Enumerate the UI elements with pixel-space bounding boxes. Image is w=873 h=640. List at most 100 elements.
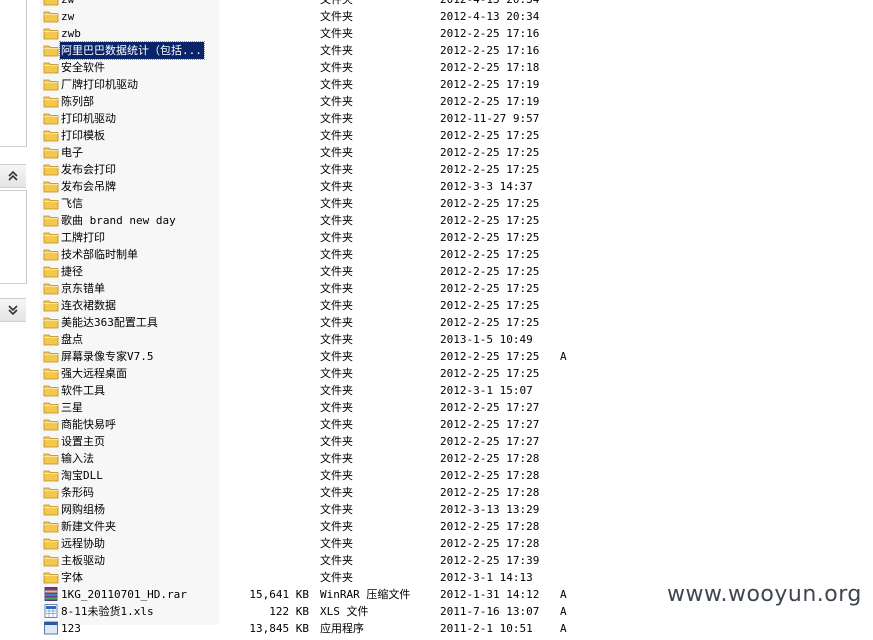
folder-row[interactable]: 打印机驱动 文件夹 2012-11-27 9:57 — [0, 110, 873, 127]
file-type: 文件夹 — [320, 248, 353, 261]
folder-icon — [43, 502, 59, 516]
file-size: 122 KB — [269, 605, 309, 618]
file-name: zw — [61, 10, 75, 23]
folder-icon — [43, 553, 59, 567]
file-name: 美能达363配置工具 — [61, 316, 158, 329]
folder-row[interactable]: 网购组杨 文件夹 2012-3-13 13:29 — [0, 501, 873, 518]
folder-row[interactable]: zwb 文件夹 2012-2-25 17:16 — [0, 25, 873, 42]
folder-row[interactable]: 软件工具 文件夹 2012-3-1 15:07 — [0, 382, 873, 399]
file-type: 文件夹 — [320, 452, 353, 465]
folder-row[interactable]: 设置主页 文件夹 2012-2-25 17:27 — [0, 433, 873, 450]
folder-icon — [43, 434, 59, 448]
folder-icon — [43, 196, 59, 210]
file-date: 2012-2-25 17:25 — [440, 299, 540, 312]
folder-row[interactable]: 厂牌打印机驱动 文件夹 2012-2-25 17:19 — [0, 76, 873, 93]
file-type: 文件夹 — [320, 197, 353, 210]
folder-row[interactable]: 陈列部 文件夹 2012-2-25 17:19 — [0, 93, 873, 110]
folder-row[interactable]: 远程协助 文件夹 2012-2-25 17:28 — [0, 535, 873, 552]
file-name: 淘宝DLL — [61, 469, 103, 482]
folder-row[interactable]: 打印模板 文件夹 2012-2-25 17:25 — [0, 127, 873, 144]
file-type: 文件夹 — [320, 129, 353, 142]
folder-icon — [43, 0, 59, 6]
file-name: 1KG_20110701_HD.rar — [61, 588, 187, 601]
file-type: 文件夹 — [320, 180, 353, 193]
file-type: 文件夹 — [320, 112, 353, 125]
folder-row[interactable]: 电子 文件夹 2012-2-25 17:25 — [0, 144, 873, 161]
folder-row[interactable]: 阿里巴巴数据统计（包括... 文件夹 2012-2-25 17:16 — [0, 41, 873, 60]
file-name: 陈列部 — [61, 95, 94, 108]
file-type: 文件夹 — [320, 435, 353, 448]
file-name: 主板驱动 — [61, 554, 105, 567]
file-name: 厂牌打印机驱动 — [61, 78, 138, 91]
file-type: 文件夹 — [320, 571, 353, 584]
file-type: 文件夹 — [320, 282, 353, 295]
folder-row[interactable]: 商能快易呼 文件夹 2012-2-25 17:27 — [0, 416, 873, 433]
folder-row[interactable]: 技术部临时制单 文件夹 2012-2-25 17:25 — [0, 246, 873, 263]
folder-row[interactable]: 强大远程桌面 文件夹 2012-2-25 17:25 — [0, 365, 873, 382]
folder-icon — [43, 162, 59, 176]
folder-icon — [43, 536, 59, 550]
folder-row[interactable]: 捷径 文件夹 2012-2-25 17:25 — [0, 263, 873, 280]
file-name: 打印模板 — [61, 129, 105, 142]
file-date: 2012-2-25 17:16 — [440, 27, 540, 40]
folder-icon — [43, 468, 59, 482]
file-name: 飞信 — [61, 197, 83, 210]
file-type: 文件夹 — [320, 554, 353, 567]
folder-row[interactable]: 飞信 文件夹 2012-2-25 17:25 — [0, 195, 873, 212]
folder-row[interactable]: 屏幕录像专家V7.5 文件夹 2012-2-25 17:25 A — [0, 348, 873, 365]
file-name: 商能快易呼 — [61, 418, 116, 431]
folder-row[interactable]: 美能达363配置工具 文件夹 2012-2-25 17:25 — [0, 314, 873, 331]
folder-icon — [43, 400, 59, 414]
file-type: XLS 文件 — [320, 605, 369, 618]
file-size: 15,641 KB — [249, 588, 309, 601]
file-date: 2012-2-25 17:25 — [440, 316, 540, 329]
file-name: zw — [60, 0, 76, 8]
folder-row[interactable]: 安全软件 文件夹 2012-2-25 17:18 — [0, 59, 873, 76]
file-date: 2012-2-25 17:25 — [440, 163, 540, 176]
file-type: 文件夹 — [320, 333, 353, 346]
file-type: 文件夹 — [320, 27, 353, 40]
folder-icon — [43, 230, 59, 244]
folder-icon — [43, 332, 59, 346]
folder-row[interactable]: zw 文件夹 2012-4-13 20:34 — [0, 0, 873, 8]
file-type: 文件夹 — [320, 469, 353, 482]
folder-icon — [43, 451, 59, 465]
file-name: 安全软件 — [61, 61, 105, 74]
folder-icon — [43, 570, 59, 584]
folder-row[interactable]: 发布会打印 文件夹 2012-2-25 17:25 — [0, 161, 873, 178]
file-name: 歌曲 brand new day — [61, 214, 176, 227]
file-name: 连衣裙数据 — [61, 299, 116, 312]
file-date: 2012-3-3 14:37 — [440, 180, 533, 193]
folder-row[interactable]: 工牌打印 文件夹 2012-2-25 17:25 — [0, 229, 873, 246]
file-date: 2012-2-25 17:25 — [440, 231, 540, 244]
folder-row[interactable]: 淘宝DLL 文件夹 2012-2-25 17:28 — [0, 467, 873, 484]
folder-row[interactable]: 京东错单 文件夹 2012-2-25 17:25 — [0, 280, 873, 297]
file-type: 文件夹 — [320, 78, 353, 91]
folder-row[interactable]: 盘点 文件夹 2013-1-5 10:49 — [0, 331, 873, 348]
file-date: 2012-2-25 17:28 — [440, 520, 540, 533]
file-date: 2013-1-5 10:49 — [440, 333, 533, 346]
file-type: 文件夹 — [320, 537, 353, 550]
folder-row[interactable]: 输入法 文件夹 2012-2-25 17:28 — [0, 450, 873, 467]
folder-row[interactable]: 新建文件夹 文件夹 2012-2-25 17:28 — [0, 518, 873, 535]
file-name: 电子 — [61, 146, 83, 159]
file-attributes: A — [560, 605, 567, 618]
file-date: 2012-3-1 15:07 — [440, 384, 533, 397]
folder-icon — [43, 26, 59, 40]
folder-icon — [43, 94, 59, 108]
folder-row[interactable]: 条形码 文件夹 2012-2-25 17:28 — [0, 484, 873, 501]
folder-row[interactable]: 三星 文件夹 2012-2-25 17:27 — [0, 399, 873, 416]
file-date: 2012-4-13 20:34 — [440, 0, 539, 8]
file-row[interactable]: 123 13,845 KB 应用程序 2011-2-1 10:51 A — [0, 620, 873, 637]
file-type: 文件夹 — [320, 146, 353, 159]
folder-row[interactable]: 发布会吊牌 文件夹 2012-3-3 14:37 — [0, 178, 873, 195]
folder-row[interactable]: 主板驱动 文件夹 2012-2-25 17:39 — [0, 552, 873, 569]
file-name: 8-11未验货1.xls — [61, 605, 154, 618]
folder-row[interactable]: 歌曲 brand new day 文件夹 2012-2-25 17:25 — [0, 212, 873, 229]
file-date: 2012-4-13 20:34 — [440, 10, 540, 23]
file-attributes: A — [560, 588, 567, 601]
file-name: 网购组杨 — [61, 503, 105, 516]
file-type: 文件夹 — [320, 299, 353, 312]
folder-row[interactable]: 连衣裙数据 文件夹 2012-2-25 17:25 — [0, 297, 873, 314]
folder-row[interactable]: zw 文件夹 2012-4-13 20:34 — [0, 8, 873, 25]
